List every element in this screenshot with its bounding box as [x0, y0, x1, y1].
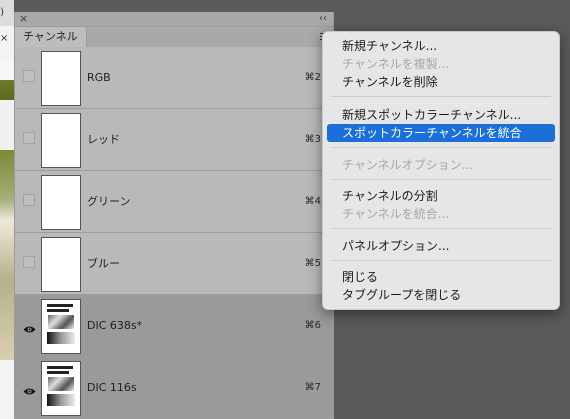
menu-split-channels[interactable]: チャンネルの分割: [323, 187, 559, 205]
close-icon[interactable]: ×: [19, 12, 28, 26]
collapse-icon[interactable]: ‹‹: [319, 12, 327, 26]
eye-icon[interactable]: [23, 380, 36, 395]
channel-row-red[interactable]: レッド ⌘3: [15, 109, 333, 171]
channel-shortcut: ⌘7: [304, 382, 321, 393]
channel-name: DIC 116s: [87, 381, 137, 394]
channel-thumbnail: [41, 299, 81, 354]
channel-name: グリーン: [87, 195, 131, 208]
menu-separator: [331, 147, 551, 148]
visibility-toggle[interactable]: [23, 194, 35, 206]
channel-thumbnail: [41, 175, 81, 230]
channel-shortcut: ⌘2: [304, 72, 321, 83]
channel-thumbnail: [41, 237, 81, 292]
channel-row-rgb[interactable]: RGB ⌘2: [15, 47, 333, 109]
channel-name: レッド: [87, 133, 120, 146]
channel-shortcut: ⌘4: [304, 196, 321, 207]
menu-new-channel[interactable]: 新規チャンネル...: [323, 37, 559, 55]
menu-delete-channel[interactable]: チャンネルを削除: [323, 73, 559, 91]
canvas-image: [0, 60, 14, 360]
menu-channel-options[interactable]: チャンネルオプション...: [323, 156, 559, 174]
channel-name: DIC 638s*: [87, 319, 143, 332]
document-canvas[interactable]: o) ×: [0, 0, 14, 419]
channel-row-blue[interactable]: ブルー ⌘5: [15, 233, 333, 295]
channel-row-dic638s[interactable]: DIC 638s* ⌘6: [15, 295, 333, 357]
menu-close-tab-group[interactable]: タブグループを閉じる: [323, 286, 559, 304]
menu-separator: [331, 96, 551, 97]
menu-separator: [331, 179, 551, 180]
menu-close[interactable]: 閉じる: [323, 268, 559, 286]
menu-duplicate-channel[interactable]: チャンネルを複製...: [323, 55, 559, 73]
channel-shortcut: ⌘3: [304, 134, 321, 145]
menu-separator: [331, 260, 551, 261]
menu-merge-channels[interactable]: チャンネルを統合...: [323, 205, 559, 223]
menu-separator: [331, 228, 551, 229]
tab-channels[interactable]: チャンネル: [15, 27, 87, 47]
document-tab[interactable]: o) ×: [0, 0, 14, 44]
channel-row-green[interactable]: グリーン ⌘4: [15, 171, 333, 233]
channel-name: RGB: [87, 71, 111, 84]
channel-name: ブルー: [87, 257, 120, 270]
channel-thumbnail: [41, 361, 81, 416]
eye-icon[interactable]: [23, 318, 36, 333]
menu-new-spot-channel[interactable]: 新規スポットカラーチャンネル...: [323, 106, 559, 124]
channel-thumbnail: [41, 51, 81, 106]
menu-panel-options[interactable]: パネルオプション...: [323, 237, 559, 255]
visibility-toggle[interactable]: [23, 132, 35, 144]
channel-shortcut: ⌘6: [304, 320, 321, 331]
visibility-toggle[interactable]: [23, 70, 35, 82]
channel-thumbnail: [41, 113, 81, 168]
menu-merge-spot-channel[interactable]: スポットカラーチャンネルを統合: [327, 124, 555, 142]
visibility-toggle[interactable]: [23, 256, 35, 268]
channel-row-dic116s[interactable]: DIC 116s ⌘7: [15, 357, 333, 419]
panel-header[interactable]: × ‹‹: [15, 12, 333, 27]
panel-tabbar: チャンネル: [15, 27, 333, 48]
channels-panel: × ‹‹ チャンネル RGB ⌘2 レッド ⌘3 グリーン ⌘4 ブルー ⌘5 …: [14, 12, 334, 419]
channel-shortcut: ⌘5: [304, 258, 321, 269]
channel-list: RGB ⌘2 レッド ⌘3 グリーン ⌘4 ブルー ⌘5 DIC 638s* ⌘…: [15, 47, 333, 419]
panel-flyout-menu: 新規チャンネル... チャンネルを複製... チャンネルを削除 新規スポットカラ…: [322, 31, 560, 310]
